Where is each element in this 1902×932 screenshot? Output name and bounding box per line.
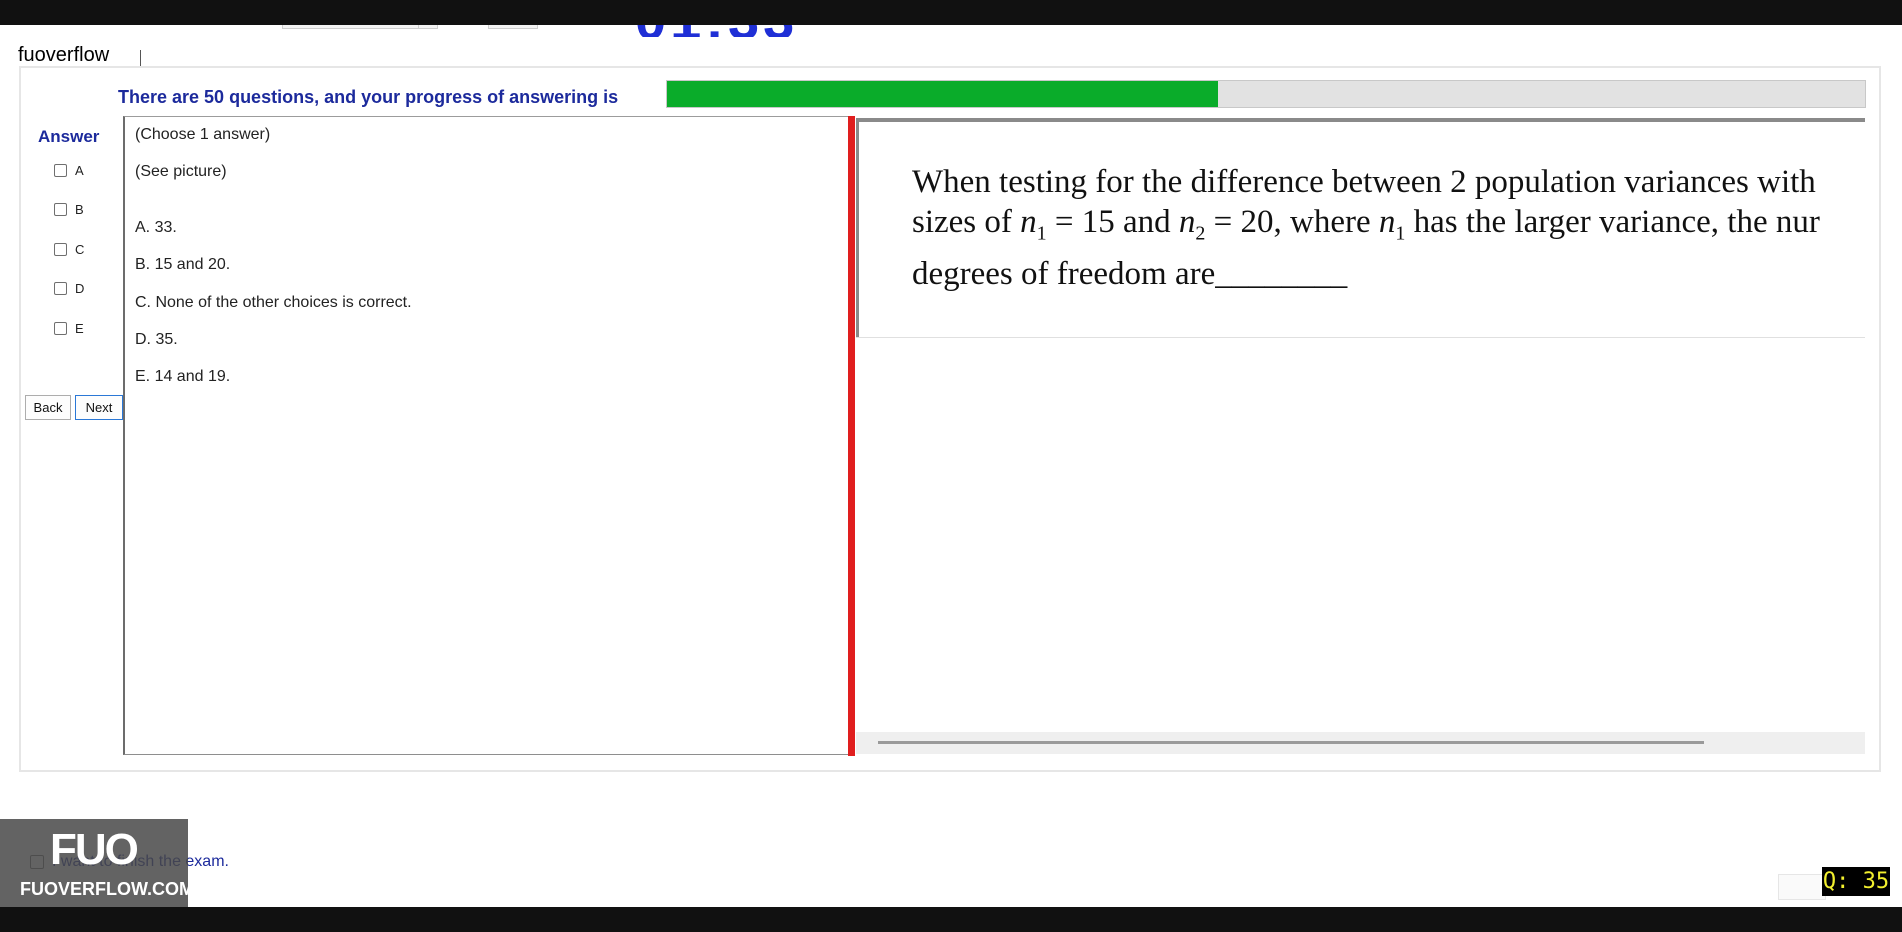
image-separator (856, 337, 1865, 338)
option-label-e: E (75, 321, 84, 336)
answer-option-a[interactable]: A (54, 163, 84, 178)
option-label-a: A (75, 163, 84, 178)
checkbox-d[interactable] (54, 282, 67, 295)
question-number-badge: Q: 35 (1822, 867, 1890, 896)
top-black-bar (0, 0, 1902, 25)
checkbox-e[interactable] (54, 322, 67, 335)
image-horizontal-scrollbar[interactable] (856, 732, 1865, 754)
checkbox-a[interactable] (54, 164, 67, 177)
choice-a-text: A. 33. (135, 219, 177, 236)
answer-option-b[interactable]: B (54, 202, 84, 217)
answer-option-e[interactable]: E (54, 321, 84, 336)
choice-e-text: E. 14 and 19. (135, 368, 231, 385)
watermark-logo-mark: FUO (50, 825, 139, 874)
question-image-panel: When testing for the difference between … (856, 118, 1865, 754)
choose-hint: (Choose 1 answer) (135, 126, 271, 143)
question-text-panel: (Choose 1 answer) (See picture) A. 33. B… (123, 116, 849, 755)
option-label-c: C (75, 242, 85, 257)
timer-fragment: 01:33 (635, 25, 798, 37)
small-input-box[interactable] (1778, 874, 1826, 900)
answer-title: Answer (38, 127, 100, 146)
app-name: fuoverflow (18, 44, 110, 66)
checkbox-c[interactable] (54, 243, 67, 256)
question-line-2: sizes of n1 = 15 and n2 = 20, where n1 h… (912, 204, 1820, 245)
next-button[interactable]: Next (75, 395, 123, 420)
progress-fill (667, 81, 1219, 107)
back-button[interactable]: Back (25, 395, 71, 420)
checkbox-b[interactable] (54, 203, 67, 216)
see-picture-hint: (See picture) (135, 163, 227, 180)
partial-field-arrow (418, 25, 438, 29)
watermark-text: FUOVERFLOW.COM (20, 879, 194, 899)
question-line-3: degrees of freedom are________ (912, 255, 1348, 292)
partial-field-small (488, 25, 538, 29)
panel-divider[interactable] (848, 116, 855, 756)
choice-b-text: B. 15 and 20. (135, 256, 231, 273)
image-top-border (856, 118, 1865, 122)
bottom-black-bar (0, 907, 1902, 932)
progress-bar (666, 80, 1866, 108)
option-label-d: D (75, 281, 85, 296)
progress-label: There are 50 questions, and your progres… (118, 87, 619, 107)
image-left-border (856, 118, 859, 338)
watermark-logo: FUO FUOVERFLOW.COM (0, 819, 194, 907)
scrollbar-thumb[interactable] (878, 741, 1704, 744)
answer-option-d[interactable]: D (54, 281, 84, 296)
answer-option-c[interactable]: C (54, 242, 84, 257)
partial-field (282, 25, 436, 29)
option-label-b: B (75, 202, 84, 217)
question-image-text: When testing for the difference between … (912, 162, 1862, 294)
choice-d-text: D. 35. (135, 331, 178, 348)
question-line-1: When testing for the difference between … (912, 164, 1816, 200)
choice-c-text: C. None of the other choices is correct. (135, 294, 412, 311)
